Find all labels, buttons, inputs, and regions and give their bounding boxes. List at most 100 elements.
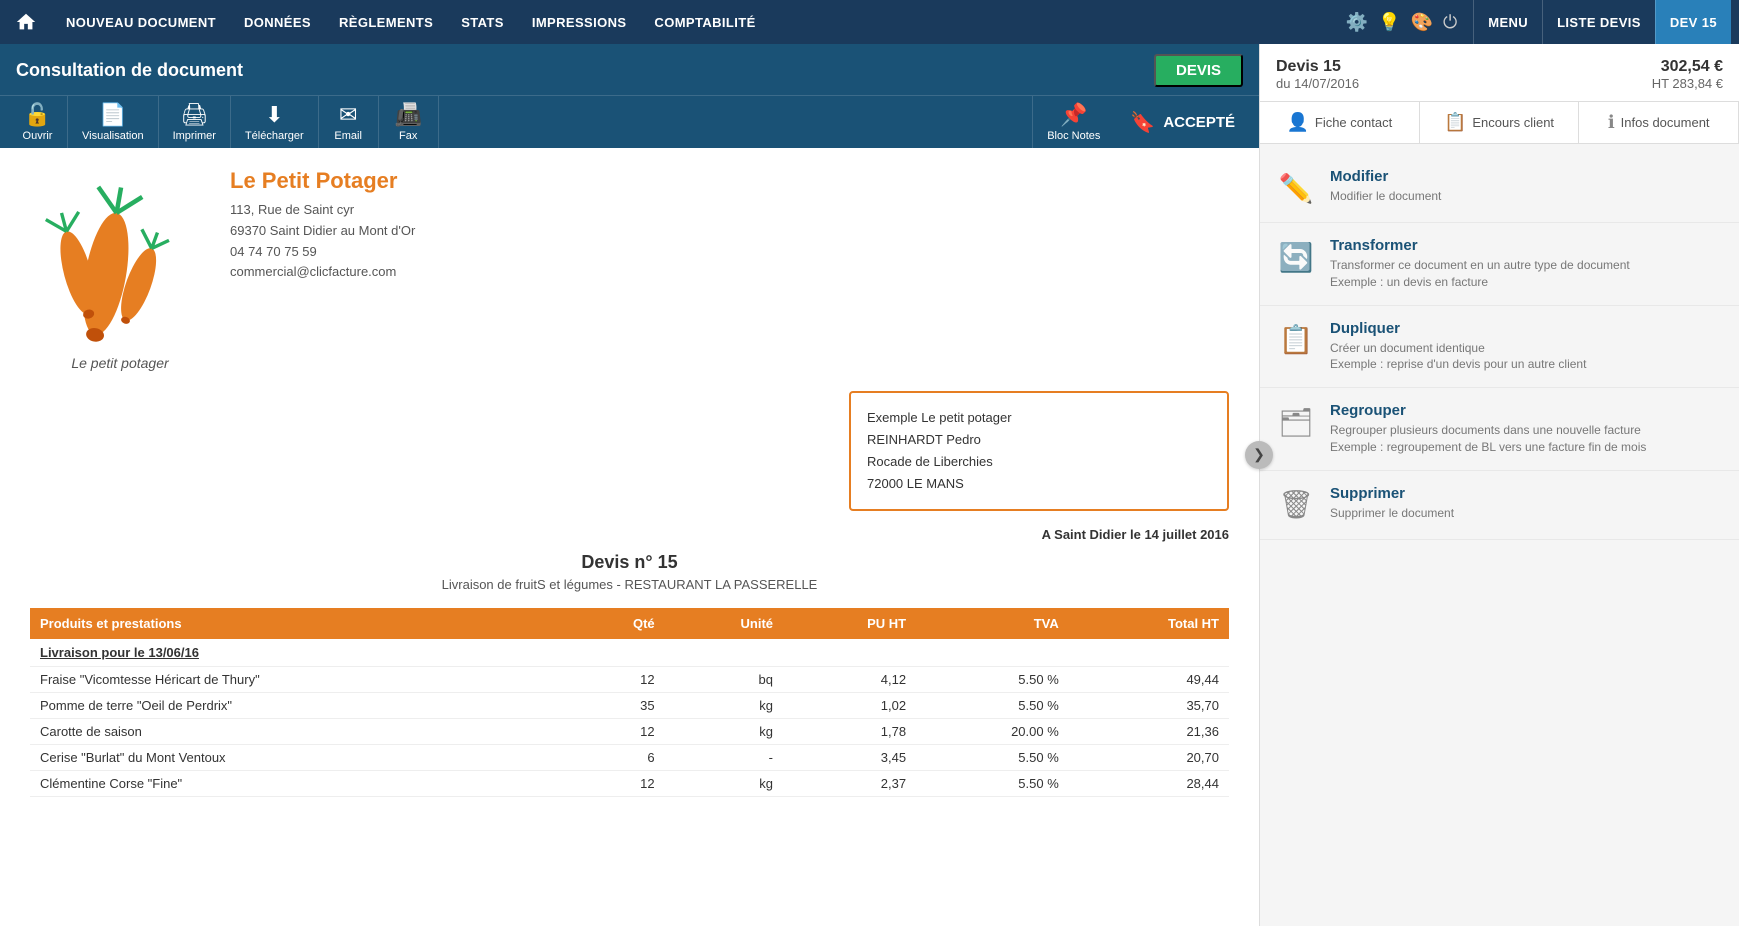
lightbulb-icon[interactable]: 💡 bbox=[1378, 12, 1400, 33]
panel-toggle-button[interactable]: ❯ bbox=[1245, 441, 1273, 469]
devis-panel-amounts: 302,54 € HT 283,84 € bbox=[1652, 58, 1723, 91]
action-text: Modifier Modifier le document bbox=[1330, 168, 1441, 205]
cell-unite: - bbox=[665, 745, 783, 771]
logo-name: Le petit potager bbox=[30, 355, 210, 371]
cell-product: Carotte de saison bbox=[30, 719, 571, 745]
nav-reglements[interactable]: RÈGLEMENTS bbox=[325, 0, 447, 44]
col-header-unite: Unité bbox=[665, 608, 783, 639]
col-header-qty: Qté bbox=[571, 608, 665, 639]
company-section: Le petit potager Le Petit Potager 113, R… bbox=[30, 168, 1229, 371]
tab-encours-client[interactable]: 📋 Encours client bbox=[1420, 102, 1580, 143]
email-icon: ✉ bbox=[339, 102, 357, 128]
cell-tva: 5.50 % bbox=[916, 771, 1069, 797]
action-item-regrouper[interactable]: 🗂 Regrouper Regrouper plusieurs document… bbox=[1260, 388, 1739, 471]
cell-total_ht: 49,44 bbox=[1069, 667, 1229, 693]
nav-menu[interactable]: MENU bbox=[1473, 0, 1542, 44]
devis-panel-title: Devis 15 bbox=[1276, 58, 1359, 76]
cell-tva: 20.00 % bbox=[916, 719, 1069, 745]
table-row: Clémentine Corse "Fine"12kg2,375.50 %28,… bbox=[30, 771, 1229, 797]
doc-toolbar: 🔓 Ouvrir 📄 Visualisation 🖨 Imprimer ⬇ Té… bbox=[0, 95, 1259, 148]
nav-stats[interactable]: STATS bbox=[447, 0, 518, 44]
cell-pu_ht: 3,45 bbox=[783, 745, 916, 771]
cell-unite: kg bbox=[665, 693, 783, 719]
power-icon[interactable]: ⏻ bbox=[1443, 12, 1457, 33]
cell-pu_ht: 2,37 bbox=[783, 771, 916, 797]
action-text: Dupliquer Créer un document identiqueExe… bbox=[1330, 320, 1586, 374]
doc-header-top: Consultation de document DEVIS bbox=[0, 44, 1259, 95]
recipient-line2: REINHARDT Pedro bbox=[867, 429, 1211, 451]
cell-qty: 12 bbox=[571, 771, 665, 797]
document-date-location: A Saint Didier le 14 juillet 2016 bbox=[30, 527, 1229, 542]
devis-info-header: Devis 15 du 14/07/2016 302,54 € HT 283,8… bbox=[1260, 44, 1739, 102]
nav-liste-devis[interactable]: LISTE DEVIS bbox=[1542, 0, 1655, 44]
devis-amount-ttc: 302,54 € bbox=[1652, 58, 1723, 76]
action-icon: 🗑 bbox=[1276, 485, 1316, 525]
tab-fiche-contact[interactable]: 👤 Fiche contact bbox=[1260, 102, 1420, 143]
contact-icon: 👤 bbox=[1286, 112, 1308, 133]
bloc-notes-button[interactable]: 📌 Bloc Notes bbox=[1047, 102, 1100, 142]
nav-dev15[interactable]: DEV 15 bbox=[1655, 0, 1731, 44]
cell-qty: 35 bbox=[571, 693, 665, 719]
toolbar-right-section: 📌 Bloc Notes 🔖 ACCEPTÉ bbox=[1032, 96, 1259, 148]
devis-amount-ht: HT 283,84 € bbox=[1652, 76, 1723, 91]
left-panel: Consultation de document DEVIS 🔓 Ouvrir … bbox=[0, 44, 1259, 926]
nav-comptabilite[interactable]: COMPTABILITÉ bbox=[640, 0, 769, 44]
document-header: Consultation de document DEVIS 🔓 Ouvrir … bbox=[0, 44, 1259, 148]
table-row: Fraise "Vicomtesse Héricart de Thury"12b… bbox=[30, 667, 1229, 693]
toolbar-ouvrir[interactable]: 🔓 Ouvrir bbox=[8, 96, 68, 148]
doc-header-title: Consultation de document bbox=[16, 60, 243, 81]
action-item-dupliquer[interactable]: 📋 Dupliquer Créer un document identiqueE… bbox=[1260, 306, 1739, 389]
col-header-tva: TVA bbox=[916, 608, 1069, 639]
tab-fiche-contact-label: Fiche contact bbox=[1315, 115, 1392, 130]
action-text: Regrouper Regrouper plusieurs documents … bbox=[1330, 402, 1646, 456]
accepte-label: ACCEPTÉ bbox=[1163, 114, 1235, 131]
cell-tva: 5.50 % bbox=[916, 693, 1069, 719]
home-button[interactable] bbox=[8, 4, 44, 40]
nav-donnees[interactable]: DONNÉES bbox=[230, 0, 325, 44]
palette-icon[interactable]: 🎨 bbox=[1411, 12, 1433, 33]
cell-total_ht: 28,44 bbox=[1069, 771, 1229, 797]
nav-right-items: MENU LISTE DEVIS DEV 15 bbox=[1473, 0, 1731, 44]
col-header-total-ht: Total HT bbox=[1069, 608, 1229, 639]
toolbar-email[interactable]: ✉ Email bbox=[319, 96, 379, 148]
company-address1: 113, Rue de Saint cyr bbox=[230, 200, 415, 221]
right-panel: Devis 15 du 14/07/2016 302,54 € HT 283,8… bbox=[1259, 44, 1739, 926]
table-row: Cerise "Burlat" du Mont Ventoux6-3,455.5… bbox=[30, 745, 1229, 771]
action-item-transformer[interactable]: 🔄 Transformer Transformer ce document en… bbox=[1260, 223, 1739, 306]
cell-tva: 5.50 % bbox=[916, 667, 1069, 693]
cell-total_ht: 20,70 bbox=[1069, 745, 1229, 771]
cell-product: Clémentine Corse "Fine" bbox=[30, 771, 571, 797]
products-table: Produits et prestations Qté Unité PU HT … bbox=[30, 608, 1229, 797]
gear-icon[interactable]: ⚙️ bbox=[1346, 12, 1368, 33]
action-text: Supprimer Supprimer le document bbox=[1330, 485, 1454, 522]
download-icon: ⬇ bbox=[265, 102, 283, 128]
action-item-modifier[interactable]: ✏️ Modifier Modifier le document bbox=[1260, 154, 1739, 223]
cell-unite: bq bbox=[665, 667, 783, 693]
accepte-button[interactable]: 🔖 ACCEPTÉ bbox=[1120, 106, 1245, 139]
devis-badge-button[interactable]: DEVIS bbox=[1154, 54, 1243, 87]
document-body: Le petit potager Le Petit Potager 113, R… bbox=[0, 148, 1259, 926]
cell-unite: kg bbox=[665, 771, 783, 797]
toolbar-visualisation[interactable]: 📄 Visualisation bbox=[68, 96, 159, 148]
bookmark-icon: 🔖 bbox=[1130, 110, 1155, 135]
action-item-supprimer[interactable]: 🗑 Supprimer Supprimer le document bbox=[1260, 471, 1739, 540]
company-phone: 04 74 70 75 59 bbox=[230, 242, 415, 263]
nav-nouveau-document[interactable]: NOUVEAU DOCUMENT bbox=[52, 0, 230, 44]
cell-product: Pomme de terre "Oeil de Perdrix" bbox=[30, 693, 571, 719]
toolbar-fax[interactable]: 📠 Fax bbox=[379, 96, 439, 148]
tab-infos-document[interactable]: ℹ Infos document bbox=[1579, 102, 1739, 143]
lock-open-icon: 🔓 bbox=[24, 102, 51, 128]
action-icon: 🗂 bbox=[1276, 402, 1316, 442]
company-info: Le Petit Potager 113, Rue de Saint cyr 6… bbox=[230, 168, 415, 283]
devis-panel-info: Devis 15 du 14/07/2016 bbox=[1276, 58, 1359, 91]
pin-icon: 📌 bbox=[1060, 102, 1087, 128]
nav-impressions[interactable]: IMPRESSIONS bbox=[518, 0, 641, 44]
action-description: Modifier le document bbox=[1330, 188, 1441, 205]
toolbar-telecharger[interactable]: ⬇ Télécharger bbox=[231, 96, 319, 148]
table-section-header: Livraison pour le 13/06/16 bbox=[30, 639, 1229, 667]
action-description: Supprimer le document bbox=[1330, 505, 1454, 522]
cell-unite: kg bbox=[665, 719, 783, 745]
cell-product: Fraise "Vicomtesse Héricart de Thury" bbox=[30, 667, 571, 693]
recipient-address-box: Exemple Le petit potager REINHARDT Pedro… bbox=[849, 391, 1229, 511]
toolbar-imprimer[interactable]: 🖨 Imprimer bbox=[159, 96, 231, 148]
